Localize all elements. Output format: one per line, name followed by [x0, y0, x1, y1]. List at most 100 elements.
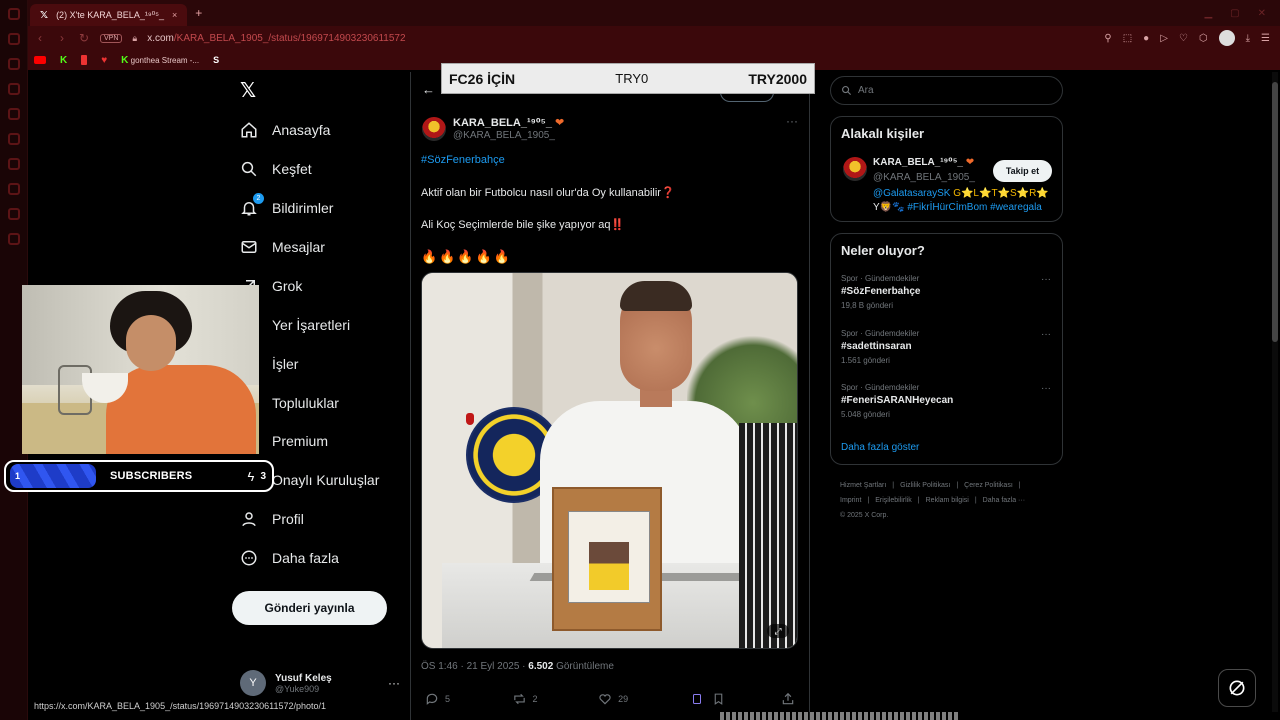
stream-bookmark[interactable]: K gonthea Stream -... — [121, 55, 199, 66]
search-icon — [240, 160, 258, 178]
tweet-photo[interactable]: ⤢ — [421, 272, 798, 649]
footer-link[interactable]: Daha fazla ··· — [983, 497, 1025, 504]
webcam-overlay — [22, 285, 259, 454]
back-icon[interactable]: ‹ — [34, 31, 46, 45]
record-icon[interactable]: ● — [1143, 33, 1149, 44]
footer-link[interactable]: Reklam bilgisi — [926, 497, 969, 504]
nav-home-label: Anasayfa — [272, 122, 331, 138]
expand-icon[interactable]: ⤢ — [767, 624, 789, 638]
tweet-author-avatar[interactable] — [422, 117, 446, 141]
bio-mention[interactable]: @GalatasaraySK — [873, 188, 950, 199]
reply-button[interactable]: 5 — [425, 692, 512, 706]
sidebar-app-icon[interactable] — [7, 233, 20, 245]
s-bookmark-icon[interactable]: S — [213, 55, 219, 65]
more-horizontal-icon[interactable]: ··· — [388, 676, 400, 690]
nav-profile[interactable]: Profil — [240, 507, 304, 531]
new-tab-button[interactable]: + — [195, 6, 202, 20]
trend-item[interactable]: Spor · Gündemdekiler #SözFenerbahçe 19,8… — [841, 274, 1051, 310]
tweet-more-icon[interactable]: ··· — [786, 114, 798, 128]
post-button[interactable]: Gönderi yayınla — [232, 591, 387, 625]
tweet-time[interactable]: ÖS 1:46 · 21 Eyl 2025 · — [421, 661, 528, 672]
profile-avatar[interactable] — [1218, 30, 1235, 46]
heart-bookmark-icon[interactable]: ♥ — [101, 55, 107, 66]
nav-messages[interactable]: Mesajlar — [240, 235, 325, 259]
minimize-icon[interactable]: ▁ — [1204, 8, 1212, 19]
tab-close-icon[interactable]: × — [172, 10, 177, 20]
menu-icon[interactable]: ☰ — [1261, 33, 1270, 44]
grok-floating-button[interactable] — [1218, 669, 1256, 707]
sidebar-app-icon[interactable] — [7, 208, 20, 220]
close-window-icon[interactable]: ✕ — [1258, 8, 1266, 19]
related-name[interactable]: KARA_BELA_¹⁹⁰⁵_ ❤︎ — [873, 157, 974, 168]
footer-sep: | — [867, 497, 870, 504]
x-home-logo-icon[interactable]: 𝕏 — [240, 81, 260, 101]
trend-item[interactable]: Spor · Gündemdekiler #FeneriSARANHeyecan… — [841, 383, 1051, 419]
sidebar-app-icon[interactable] — [7, 108, 20, 120]
red-bookmark-icon[interactable] — [81, 55, 88, 65]
show-more-link[interactable]: Daha fazla göster — [841, 442, 919, 453]
trend-more-icon[interactable]: ··· — [1041, 274, 1051, 285]
footer-link[interactable]: Erişilebilirlik — [875, 497, 912, 504]
bio-hashtags[interactable]: #FikrİHürCİmBom #wearegala — [907, 202, 1042, 213]
kick-bookmark-icon[interactable]: K — [60, 55, 67, 66]
tweet-author-name[interactable]: KARA_BELA_¹⁹⁰⁵_ ❤︎ — [453, 116, 564, 129]
cam-person-body — [106, 365, 256, 454]
footer-link[interactable]: Gizlilik Politikası — [900, 482, 950, 489]
tweet-hashtag[interactable]: #SözFenerbahçe — [421, 154, 505, 166]
share-button[interactable] — [781, 692, 795, 706]
sidebar-app-icon[interactable] — [7, 83, 20, 95]
trend-more-icon[interactable]: ··· — [1041, 329, 1051, 340]
sidebar-app-icon[interactable] — [7, 158, 20, 170]
reply-count: 5 — [445, 694, 451, 704]
sidebar-app-icon[interactable] — [7, 8, 20, 20]
like-button[interactable]: 29 — [598, 692, 690, 706]
vpn-badge[interactable]: VPN — [100, 33, 123, 43]
url-field[interactable]: x.com/KARA_BELA_1905_/status/19697149032… — [147, 33, 405, 44]
pin-icon[interactable]: ⚲ — [1104, 33, 1111, 44]
nav-explore[interactable]: Keşfet — [240, 157, 312, 181]
sidebar-app-icon[interactable] — [7, 133, 20, 145]
lock-icon[interactable]: 🔒︎ — [132, 33, 137, 44]
tweet-author-handle[interactable]: @KARA_BELA_1905_ — [453, 130, 555, 141]
forward-icon[interactable]: › — [56, 31, 68, 45]
nav-home[interactable]: Anasayfa — [240, 118, 330, 142]
home-icon — [240, 121, 258, 139]
page-scrollbar[interactable] — [1272, 72, 1278, 712]
bookmark-button[interactable] — [712, 692, 781, 706]
question-mark-emoji: ❓ — [660, 187, 675, 199]
reload-icon[interactable]: ↻ — [78, 31, 90, 45]
related-handle[interactable]: @KARA_BELA_1905_ — [873, 172, 975, 183]
footer-link[interactable]: Imprint — [840, 497, 861, 504]
repost-button[interactable]: 2 — [512, 692, 599, 706]
trend-item[interactable]: Spor · Gündemdekiler #sadettinsaran 1.56… — [841, 329, 1051, 365]
search-box[interactable]: Ara — [830, 76, 1063, 105]
stream-bookmark-label: gonthea Stream -... — [130, 55, 200, 65]
heart-icon[interactable]: ♡ — [1179, 33, 1188, 44]
sidebar-app-icon[interactable] — [7, 183, 20, 195]
fire-emoji: 🔥 — [493, 249, 510, 264]
nav-more[interactable]: Daha fazla — [240, 546, 339, 570]
footer-sep: | — [974, 497, 977, 504]
nav-notifications[interactable]: 2 Bildirimler — [240, 193, 333, 220]
download-icon[interactable]: ⤓ — [1246, 33, 1250, 44]
maximize-icon[interactable]: ▢ — [1230, 8, 1239, 19]
screenshot-icon[interactable]: ⬚ — [1123, 33, 1132, 44]
scrollbar-thumb[interactable] — [1272, 82, 1278, 342]
extensions-icon[interactable]: ⬡ — [1199, 33, 1208, 44]
play-icon[interactable]: ▷ — [1160, 33, 1168, 44]
trend-count: 5.048 gönderi — [841, 410, 890, 419]
account-switcher[interactable]: Y Yusuf Keleş @Yuke909 ··· — [240, 670, 400, 696]
youtube-bookmark-icon[interactable] — [34, 56, 46, 64]
trend-category: Spor · Gündemdekiler — [841, 274, 920, 283]
footer-link[interactable]: Çerez Politikası — [964, 482, 1013, 489]
back-arrow-icon[interactable]: ← — [422, 82, 435, 97]
follow-button[interactable]: Takip et — [993, 160, 1052, 182]
sidebar-app-icon[interactable] — [7, 33, 20, 45]
nav-verified-orgs-label: Onaylı Kuruluşlar — [272, 472, 380, 488]
browser-tab[interactable]: 𝕏 (2) X'te KARA_BELA_¹⁹⁰⁵_ × — [30, 4, 188, 26]
grok-analyze-button[interactable] — [691, 693, 713, 705]
related-avatar[interactable] — [843, 157, 867, 181]
sidebar-app-icon[interactable] — [7, 58, 20, 70]
footer-link[interactable]: Hizmet Şartları — [840, 482, 886, 489]
trend-more-icon[interactable]: ··· — [1041, 383, 1051, 394]
